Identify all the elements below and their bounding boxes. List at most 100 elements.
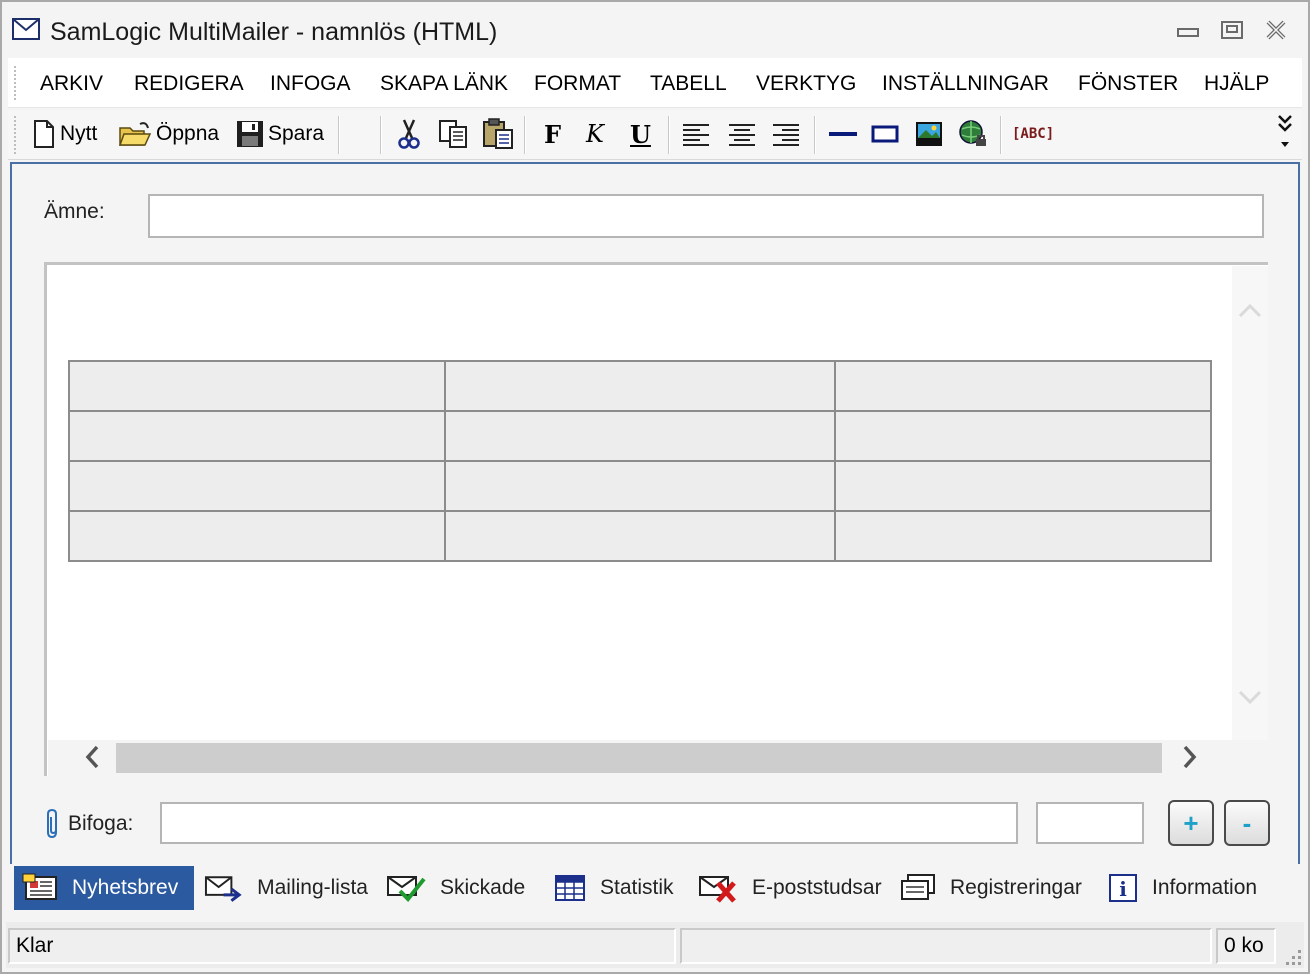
spellcheck-icon: [ABC] [1012,126,1055,142]
close-button[interactable] [1260,18,1292,44]
minimize-button[interactable] [1172,18,1204,44]
menu-fonster[interactable]: FÖNSTER [1078,72,1178,96]
table-row [68,360,1212,412]
toolbar-separator [668,116,670,154]
envelope-icon [12,18,40,40]
table-cell[interactable] [68,360,446,412]
align-center-button[interactable] [728,116,756,152]
paste-button[interactable] [482,116,516,152]
resize-grip-icon[interactable] [1280,944,1304,968]
menu-infoga[interactable]: INFOGA [270,72,351,96]
copy-icon [439,120,467,148]
tab-label: Nyhetsbrev [72,876,179,899]
align-left-icon [683,124,709,146]
toolbar-separator [524,116,526,154]
table-cell[interactable] [444,360,836,412]
tab-information[interactable]: i Information [1100,866,1270,910]
table-cell[interactable] [68,410,446,462]
table-cell[interactable] [834,410,1212,462]
scrollbar-thumb[interactable] [116,743,1162,773]
attachment-size-field[interactable] [1036,802,1144,844]
menu-grip[interactable] [14,66,18,100]
table-row [68,510,1212,562]
bounce-icon [699,876,736,903]
align-left-button[interactable] [682,116,710,152]
insert-image-button[interactable] [914,116,944,152]
align-right-icon [773,124,799,146]
chevron-down-icon [1238,690,1262,705]
horizontal-line-button[interactable] [828,116,858,152]
align-right-button[interactable] [772,116,800,152]
copy-button[interactable] [438,116,470,152]
tab-registreringar[interactable]: Registreringar [892,866,1092,910]
underline-button[interactable]: U [630,116,651,152]
open-folder-icon [118,122,152,146]
scroll-left-button[interactable] [78,743,106,771]
table-cell[interactable] [444,510,836,562]
toolbar-separator [1000,116,1002,154]
new-document-icon [34,120,54,148]
menu-arkiv[interactable]: ARKIV [40,72,103,96]
menu-tabell[interactable]: TABELL [650,72,727,96]
tab-statistik[interactable]: Statistik [546,866,686,910]
maximize-button[interactable] [1216,18,1248,44]
horizontal-line-icon [829,132,857,136]
globe-link-icon [959,120,986,146]
new-button-label: Nytt [60,122,98,145]
attachment-field[interactable] [160,802,1018,844]
editor-table[interactable] [68,360,1212,562]
bold-icon: F [544,119,562,149]
add-attachment-button[interactable]: + [1168,800,1214,846]
save-button[interactable]: Spara [236,116,324,152]
italic-button[interactable]: K [586,116,604,152]
menu-format[interactable]: FORMAT [534,72,621,96]
menu-redigera[interactable]: REDIGERA [134,72,244,96]
paperclip-icon [44,808,62,840]
tab-e-poststudsar[interactable]: E-poststudsar [690,866,890,910]
minus-icon: - [1242,807,1252,838]
table-cell[interactable] [444,410,836,462]
table-cell[interactable] [834,510,1212,562]
toolbar-grip[interactable] [14,116,18,154]
insert-table-button[interactable] [870,116,900,152]
status-pane-right: 0 ko [1216,928,1276,964]
tab-mailing-lista[interactable]: Mailing-lista [196,866,376,910]
tab-label: Statistik [600,876,674,899]
table-cell[interactable] [68,460,446,512]
table-cell[interactable] [444,460,836,512]
italic-icon: K [586,120,604,148]
scroll-down-button[interactable] [1236,684,1264,712]
open-button[interactable]: Öppna [118,116,219,152]
underline-icon: U [630,119,651,149]
image-icon [916,122,942,146]
tab-skickade[interactable]: Skickade [378,866,538,910]
newsletter-icon [22,873,57,900]
tab-label: Registreringar [950,876,1082,899]
subject-input[interactable] [148,194,1264,238]
open-button-label: Öppna [156,122,220,145]
table-cell[interactable] [834,460,1212,512]
svg-text:i: i [1119,877,1127,901]
menu-installningar[interactable]: INSTÄLLNINGAR [882,72,1049,96]
tab-nyhetsbrev[interactable]: Nyhetsbrev [14,866,194,910]
save-disk-icon [237,121,263,147]
menu-verktyg[interactable]: VERKTYG [756,72,856,96]
save-button-label: Spara [268,122,325,145]
scroll-up-button[interactable] [1236,296,1264,324]
attach-label: Bifoga: [68,812,134,835]
menu-skapa-lank[interactable]: SKAPA LÄNK [380,72,508,96]
insert-link-button[interactable] [958,116,990,152]
scissors-icon [398,119,420,149]
scroll-right-button[interactable] [1176,743,1204,771]
new-button[interactable]: Nytt [32,116,97,152]
remove-attachment-button[interactable]: - [1224,800,1270,846]
cut-button[interactable] [396,116,422,152]
toolbar-overflow-button[interactable] [1276,114,1294,150]
chevron-up-icon [1238,303,1262,318]
spellcheck-button[interactable]: [ABC] [1012,116,1054,152]
bold-button[interactable]: F [544,116,561,152]
menu-hjalp[interactable]: HJÄLP [1204,72,1269,96]
table-cell[interactable] [68,510,446,562]
vertical-scrollbar[interactable] [1232,266,1268,740]
table-cell[interactable] [834,360,1212,412]
